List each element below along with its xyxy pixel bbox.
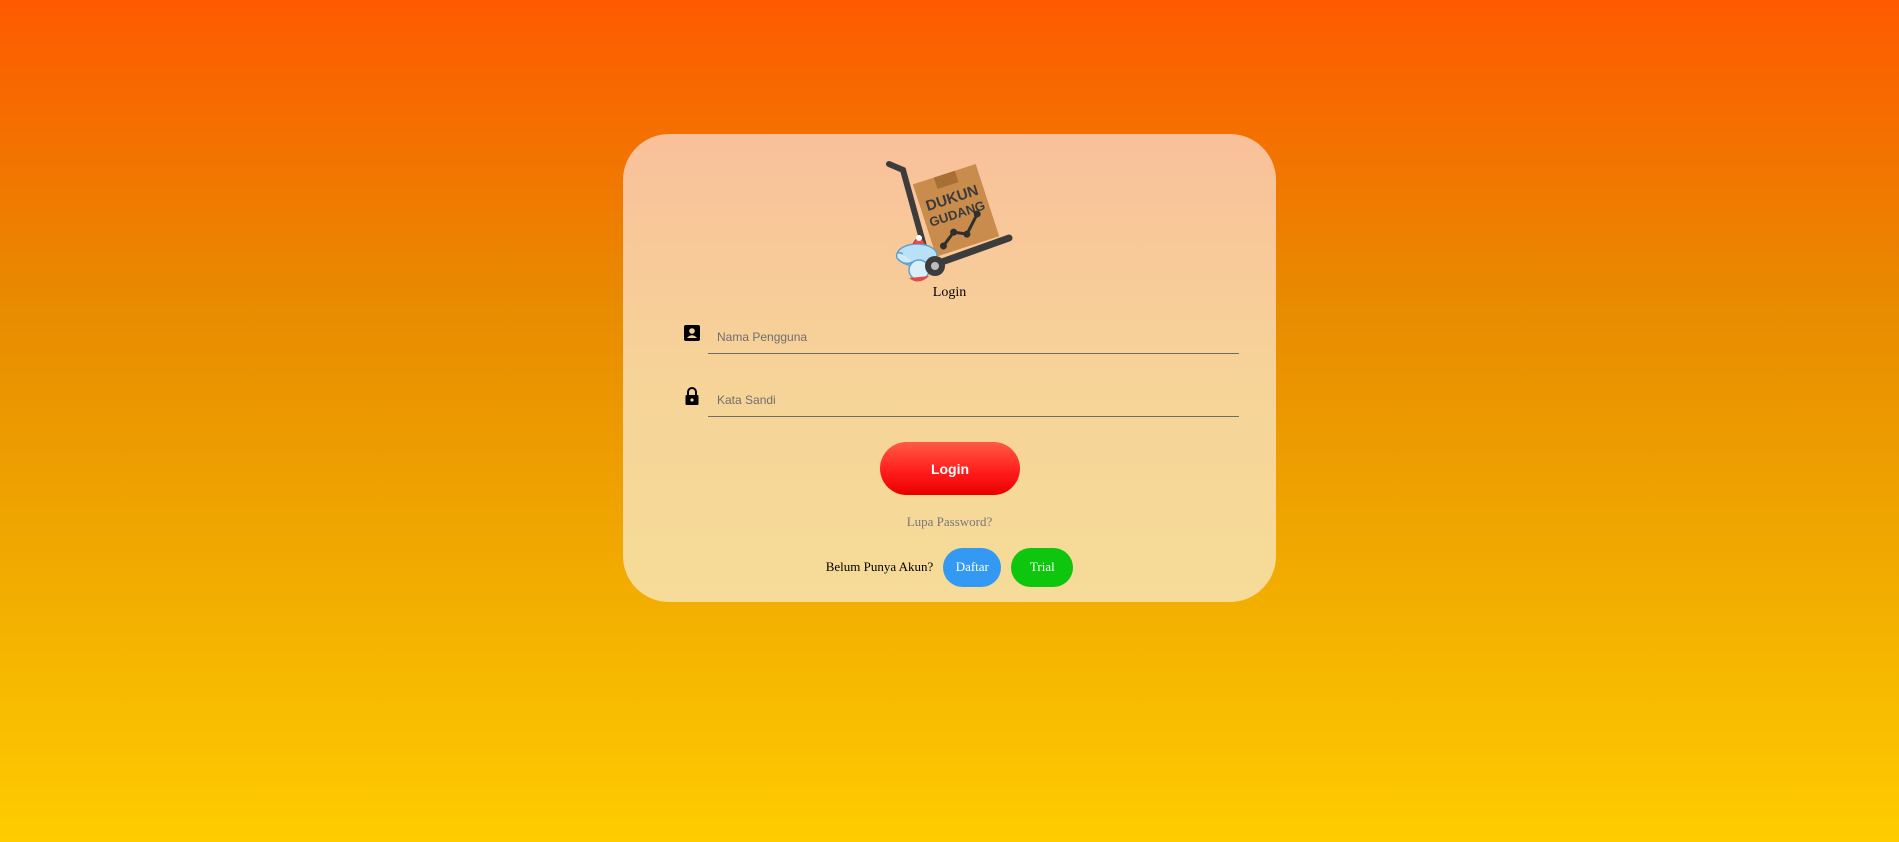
dukun-gudang-logo: DUKUN GUDANG [886,161,1013,282]
password-input[interactable] [708,383,1239,417]
username-input[interactable] [708,320,1239,354]
register-row: Belum Punya Akun? Daftar Trial [623,547,1276,587]
login-title: Login [932,285,967,300]
username-field [684,320,1239,356]
forgot-password-link[interactable]: Lupa Password? [623,514,1276,530]
login-card: DUKUN GUDANG Login Nama Pengguna Login L… [623,134,1276,602]
password-field [684,383,1239,419]
trial-button[interactable]: Trial [1011,547,1074,587]
no-account-label: Belum Punya Akun? [825,559,934,574]
register-button[interactable]: Daftar [943,547,1002,587]
login-button[interactable]: Login [880,442,1020,495]
contact-card-icon [684,325,700,341]
lock-icon [685,387,699,405]
